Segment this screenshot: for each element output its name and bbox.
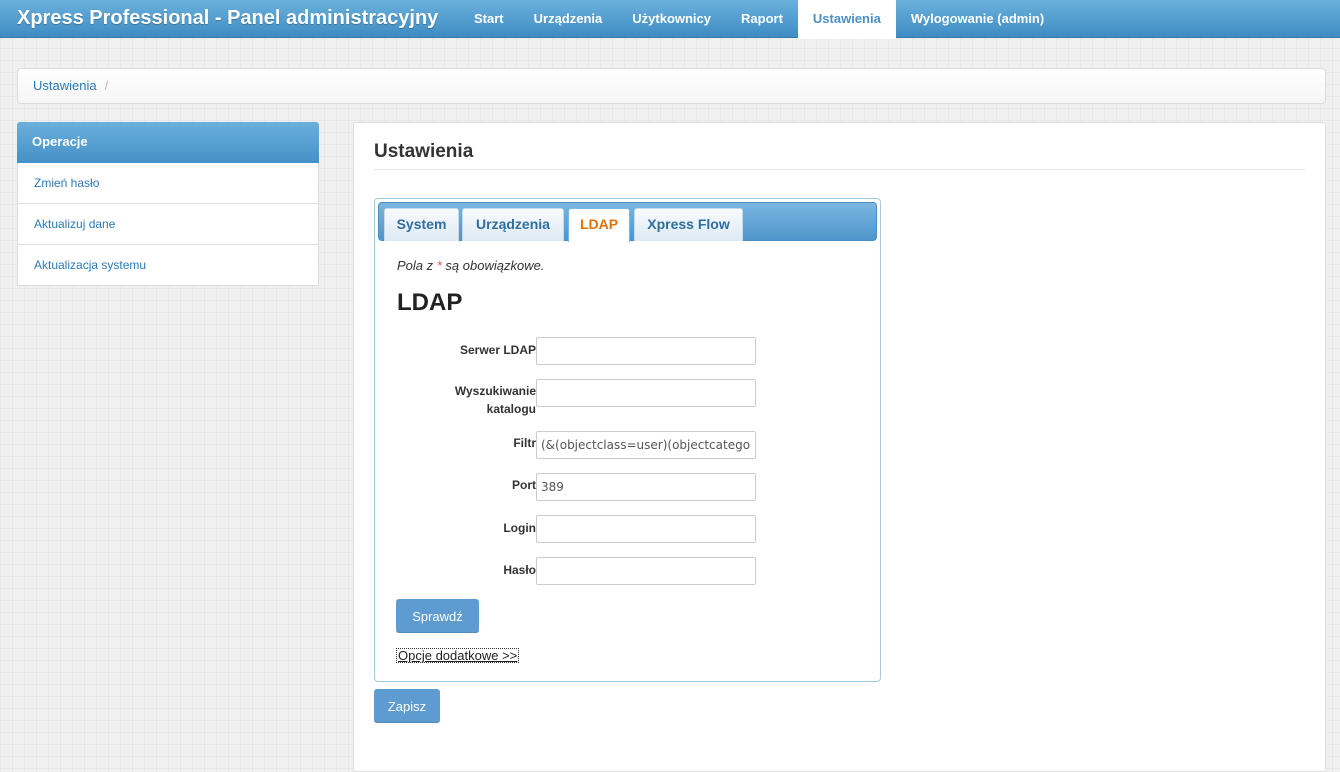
title-divider — [374, 169, 1305, 170]
sidebar-item-change-password[interactable]: Zmień hasło — [17, 163, 319, 204]
filter-label: Filtr — [513, 436, 536, 450]
tab-xpress-flow[interactable]: Xpress Flow — [634, 208, 743, 241]
ldap-server-input[interactable] — [536, 337, 756, 365]
tab-system[interactable]: System — [384, 208, 459, 241]
sidebar-item-update-data[interactable]: Aktualizuj dane — [17, 204, 319, 245]
tab-bar: System Urządzenia LDAP Xpress Flow — [378, 202, 877, 242]
tab-devices[interactable]: Urządzenia — [462, 208, 564, 241]
password-label: Hasło — [503, 563, 536, 577]
breadcrumb-settings-link[interactable]: Ustawienia — [33, 78, 97, 93]
nav-start[interactable]: Start — [459, 0, 519, 38]
page-title: Ustawienia — [374, 141, 474, 162]
search-label: Wyszukiwanie katalogu — [406, 382, 536, 418]
search-label-line2: katalogu — [486, 402, 536, 416]
required-note-text: Pola z — [397, 258, 437, 273]
required-note-text-end: są obowiązkowe. — [441, 258, 545, 273]
nav-settings[interactable]: Ustawienia — [797, 0, 896, 39]
login-input[interactable] — [536, 515, 756, 543]
server-label: Serwer LDAP — [459, 343, 536, 357]
directory-search-input[interactable] — [536, 379, 756, 407]
sidebar-item-system-update[interactable]: Aktualizacja systemu — [17, 245, 319, 286]
nav-report[interactable]: Raport — [726, 0, 798, 38]
required-fields-note: Pola z * są obowiązkowe. — [397, 258, 544, 273]
nav-users[interactable]: Użytkownicy — [617, 0, 726, 38]
top-navbar: Xpress Professional - Panel administracy… — [0, 0, 1340, 39]
tab-ldap[interactable]: LDAP — [568, 208, 630, 242]
main-panel: Ustawienia System Urządzenia LDAP Xpress… — [353, 122, 1326, 772]
sidebar: Operacje Zmień hasło Aktualizuj dane Akt… — [17, 122, 319, 286]
ldap-section-title: LDAP — [397, 289, 463, 316]
nav-logout[interactable]: Wylogowanie (admin) — [896, 0, 1059, 38]
password-input[interactable] — [536, 557, 756, 585]
search-label-line1: Wyszukiwanie — [454, 384, 536, 398]
port-input[interactable] — [536, 473, 756, 501]
filter-input[interactable] — [536, 431, 756, 459]
nav-devices[interactable]: Urządzenia — [519, 0, 618, 38]
breadcrumb-separator: / — [104, 78, 109, 93]
breadcrumb: Ustawienia / — [17, 68, 1326, 104]
save-button[interactable]: Zapisz — [374, 689, 440, 723]
settings-tabs-panel: System Urządzenia LDAP Xpress Flow Pola … — [374, 198, 881, 682]
sidebar-header: Operacje — [17, 122, 319, 163]
app-title: Xpress Professional - Panel administracy… — [17, 7, 439, 29]
port-label: Port — [512, 478, 536, 492]
main-nav: Start Urządzenia Użytkownicy Raport Usta… — [459, 0, 1059, 39]
more-options-link[interactable]: Opcje dodatkowe >> — [396, 648, 520, 663]
check-button[interactable]: Sprawdź — [396, 599, 479, 633]
login-label: Login — [503, 521, 536, 535]
